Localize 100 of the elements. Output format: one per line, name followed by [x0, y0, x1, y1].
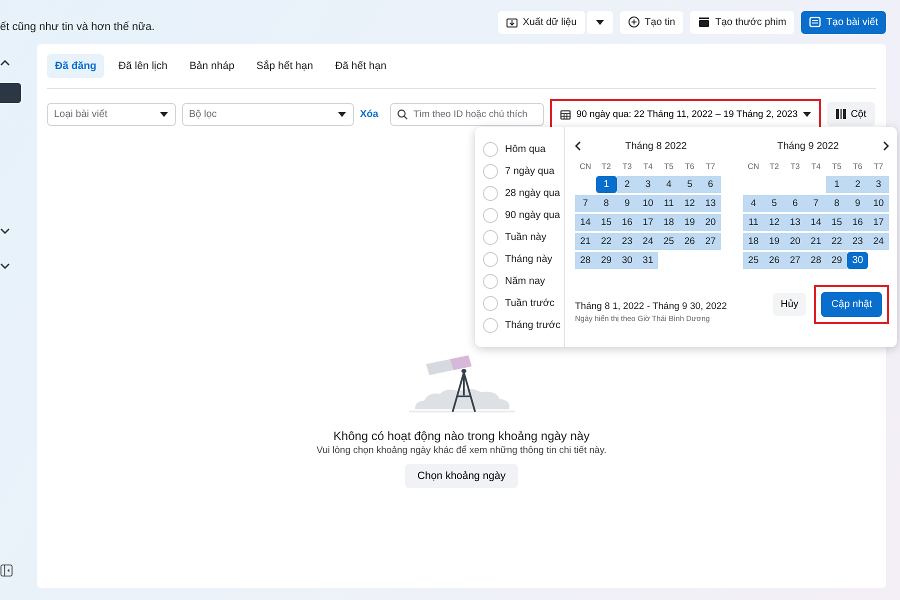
- calendar-day[interactable]: 5: [764, 195, 785, 212]
- preset-option[interactable]: Tháng trước: [483, 316, 564, 334]
- calendar-day[interactable]: 13: [784, 214, 806, 231]
- tab[interactable]: Đã hết hạn: [327, 54, 394, 78]
- calendar-day[interactable]: 24: [868, 233, 889, 250]
- radio-button[interactable]: [483, 142, 498, 156]
- search-field[interactable]: Tìm theo ID hoặc chú thích: [390, 102, 544, 126]
- radio-button[interactable]: [483, 230, 498, 244]
- filter-dropdown[interactable]: Bộ lọc: [182, 102, 354, 126]
- export-menu-button[interactable]: [586, 10, 613, 34]
- radio-button[interactable]: [483, 164, 498, 178]
- calendar-day[interactable]: 20: [784, 233, 806, 250]
- calendar-day[interactable]: 2: [616, 176, 638, 193]
- calendar-day[interactable]: 19: [679, 214, 700, 231]
- calendar-day[interactable]: 3: [868, 176, 889, 193]
- calendar-day[interactable]: 7: [575, 195, 596, 212]
- calendar-day[interactable]: 6: [784, 195, 806, 212]
- calendar-day[interactable]: 24: [638, 233, 658, 250]
- cancel-button[interactable]: Hủy: [772, 293, 806, 316]
- calendar-day[interactable]: 13: [700, 195, 721, 212]
- calendar-day[interactable]: 3: [638, 176, 658, 193]
- calendar-day[interactable]: 25: [743, 252, 764, 269]
- preset-option[interactable]: Năm nay: [483, 272, 564, 290]
- preset-option[interactable]: Tuần này: [483, 228, 564, 246]
- clear-link[interactable]: Xóa: [360, 108, 378, 120]
- preset-option[interactable]: Tháng này: [483, 250, 564, 268]
- panel-toggle-icon[interactable]: [0, 564, 13, 577]
- create-reel-button[interactable]: Tạo thước phim: [690, 10, 794, 34]
- radio-button[interactable]: [483, 186, 498, 200]
- create-post-button[interactable]: Tạo bài viết: [801, 10, 886, 34]
- calendar-day[interactable]: 19: [764, 233, 785, 250]
- tab[interactable]: Đã lên lịch: [110, 54, 176, 78]
- calendar-day[interactable]: 22: [826, 233, 848, 250]
- calendar-day[interactable]: 4: [743, 195, 764, 212]
- preset-option[interactable]: Tuần trước: [483, 294, 564, 312]
- calendar-day[interactable]: 29: [826, 252, 848, 269]
- create-story-button[interactable]: Tạo tin: [620, 10, 684, 34]
- calendar-day[interactable]: 2: [847, 176, 868, 193]
- calendar-day[interactable]: 8: [826, 195, 848, 212]
- calendar-day[interactable]: 9: [847, 195, 868, 212]
- calendar-day[interactable]: 10: [638, 195, 658, 212]
- calendar-day[interactable]: 6: [700, 176, 721, 193]
- preset-option[interactable]: 7 ngày qua: [483, 162, 564, 180]
- calendar-day[interactable]: 14: [806, 214, 826, 231]
- radio-button[interactable]: [483, 274, 498, 288]
- calendar-day[interactable]: 9: [616, 195, 638, 212]
- calendar-day[interactable]: 16: [847, 214, 868, 231]
- chevron-up-icon[interactable]: [0, 60, 10, 66]
- calendar-day[interactable]: 26: [764, 252, 785, 269]
- tab[interactable]: Sắp hết hạn: [248, 54, 322, 78]
- radio-button[interactable]: [483, 208, 498, 222]
- date-range-button[interactable]: 90 ngày qua: 22 Tháng 11, 2022 – 19 Tháng 2, 2023: [550, 99, 821, 129]
- preset-option[interactable]: 90 ngày qua: [483, 206, 564, 224]
- radio-button[interactable]: [483, 252, 498, 266]
- chevron-right-icon[interactable]: [883, 141, 889, 151]
- post-type-dropdown[interactable]: Loại bài viết: [47, 102, 176, 126]
- calendar-day[interactable]: 22: [596, 233, 617, 250]
- calendar-day[interactable]: 12: [679, 195, 700, 212]
- calendar-day[interactable]: 29: [596, 252, 617, 269]
- calendar-day[interactable]: 30: [847, 252, 868, 269]
- chevron-down-icon[interactable]: [0, 263, 10, 269]
- calendar-day[interactable]: 27: [784, 252, 806, 269]
- tab[interactable]: Bản nháp: [181, 54, 242, 78]
- calendar-day[interactable]: 28: [575, 252, 596, 269]
- preset-option[interactable]: 28 ngày qua: [483, 184, 564, 202]
- calendar-day[interactable]: 17: [638, 214, 658, 231]
- calendar-day[interactable]: 21: [575, 233, 596, 250]
- calendar-day[interactable]: 25: [658, 233, 680, 250]
- calendar-day[interactable]: 10: [868, 195, 889, 212]
- calendar-day[interactable]: 12: [764, 214, 785, 231]
- radio-button[interactable]: [483, 296, 498, 310]
- calendar-day[interactable]: 31: [638, 252, 658, 269]
- calendar-day[interactable]: 15: [826, 214, 848, 231]
- calendar-day[interactable]: 15: [596, 214, 617, 231]
- calendar-day[interactable]: 5: [679, 176, 700, 193]
- calendar-day[interactable]: 8: [596, 195, 617, 212]
- calendar-day[interactable]: 18: [658, 214, 680, 231]
- calendar-day[interactable]: 16: [616, 214, 638, 231]
- calendar-day[interactable]: 23: [847, 233, 868, 250]
- tab[interactable]: Đã đăng: [47, 54, 104, 78]
- calendar-day[interactable]: 21: [806, 233, 826, 250]
- calendar-day[interactable]: 20: [700, 214, 721, 231]
- calendar-day[interactable]: 17: [868, 214, 889, 231]
- export-button[interactable]: Xuất dữ liệu: [498, 10, 585, 34]
- calendar-day[interactable]: 4: [658, 176, 680, 193]
- calendar-day[interactable]: 27: [700, 233, 721, 250]
- calendar-day[interactable]: 11: [658, 195, 680, 212]
- choose-range-button[interactable]: Chọn khoảng ngày: [405, 464, 518, 488]
- chevron-down-icon[interactable]: [0, 228, 10, 234]
- calendar-day[interactable]: 28: [806, 252, 826, 269]
- update-button[interactable]: Cập nhật: [821, 292, 882, 317]
- sidebar-item[interactable]: [0, 83, 21, 103]
- calendar-day[interactable]: 1: [596, 176, 617, 193]
- chevron-left-icon[interactable]: [575, 141, 581, 151]
- calendar-day[interactable]: 23: [616, 233, 638, 250]
- calendar-day[interactable]: 7: [806, 195, 826, 212]
- columns-button[interactable]: Cột: [826, 102, 876, 126]
- preset-option[interactable]: Hôm qua: [483, 140, 564, 158]
- radio-button[interactable]: [483, 318, 498, 332]
- calendar-day[interactable]: 18: [743, 233, 764, 250]
